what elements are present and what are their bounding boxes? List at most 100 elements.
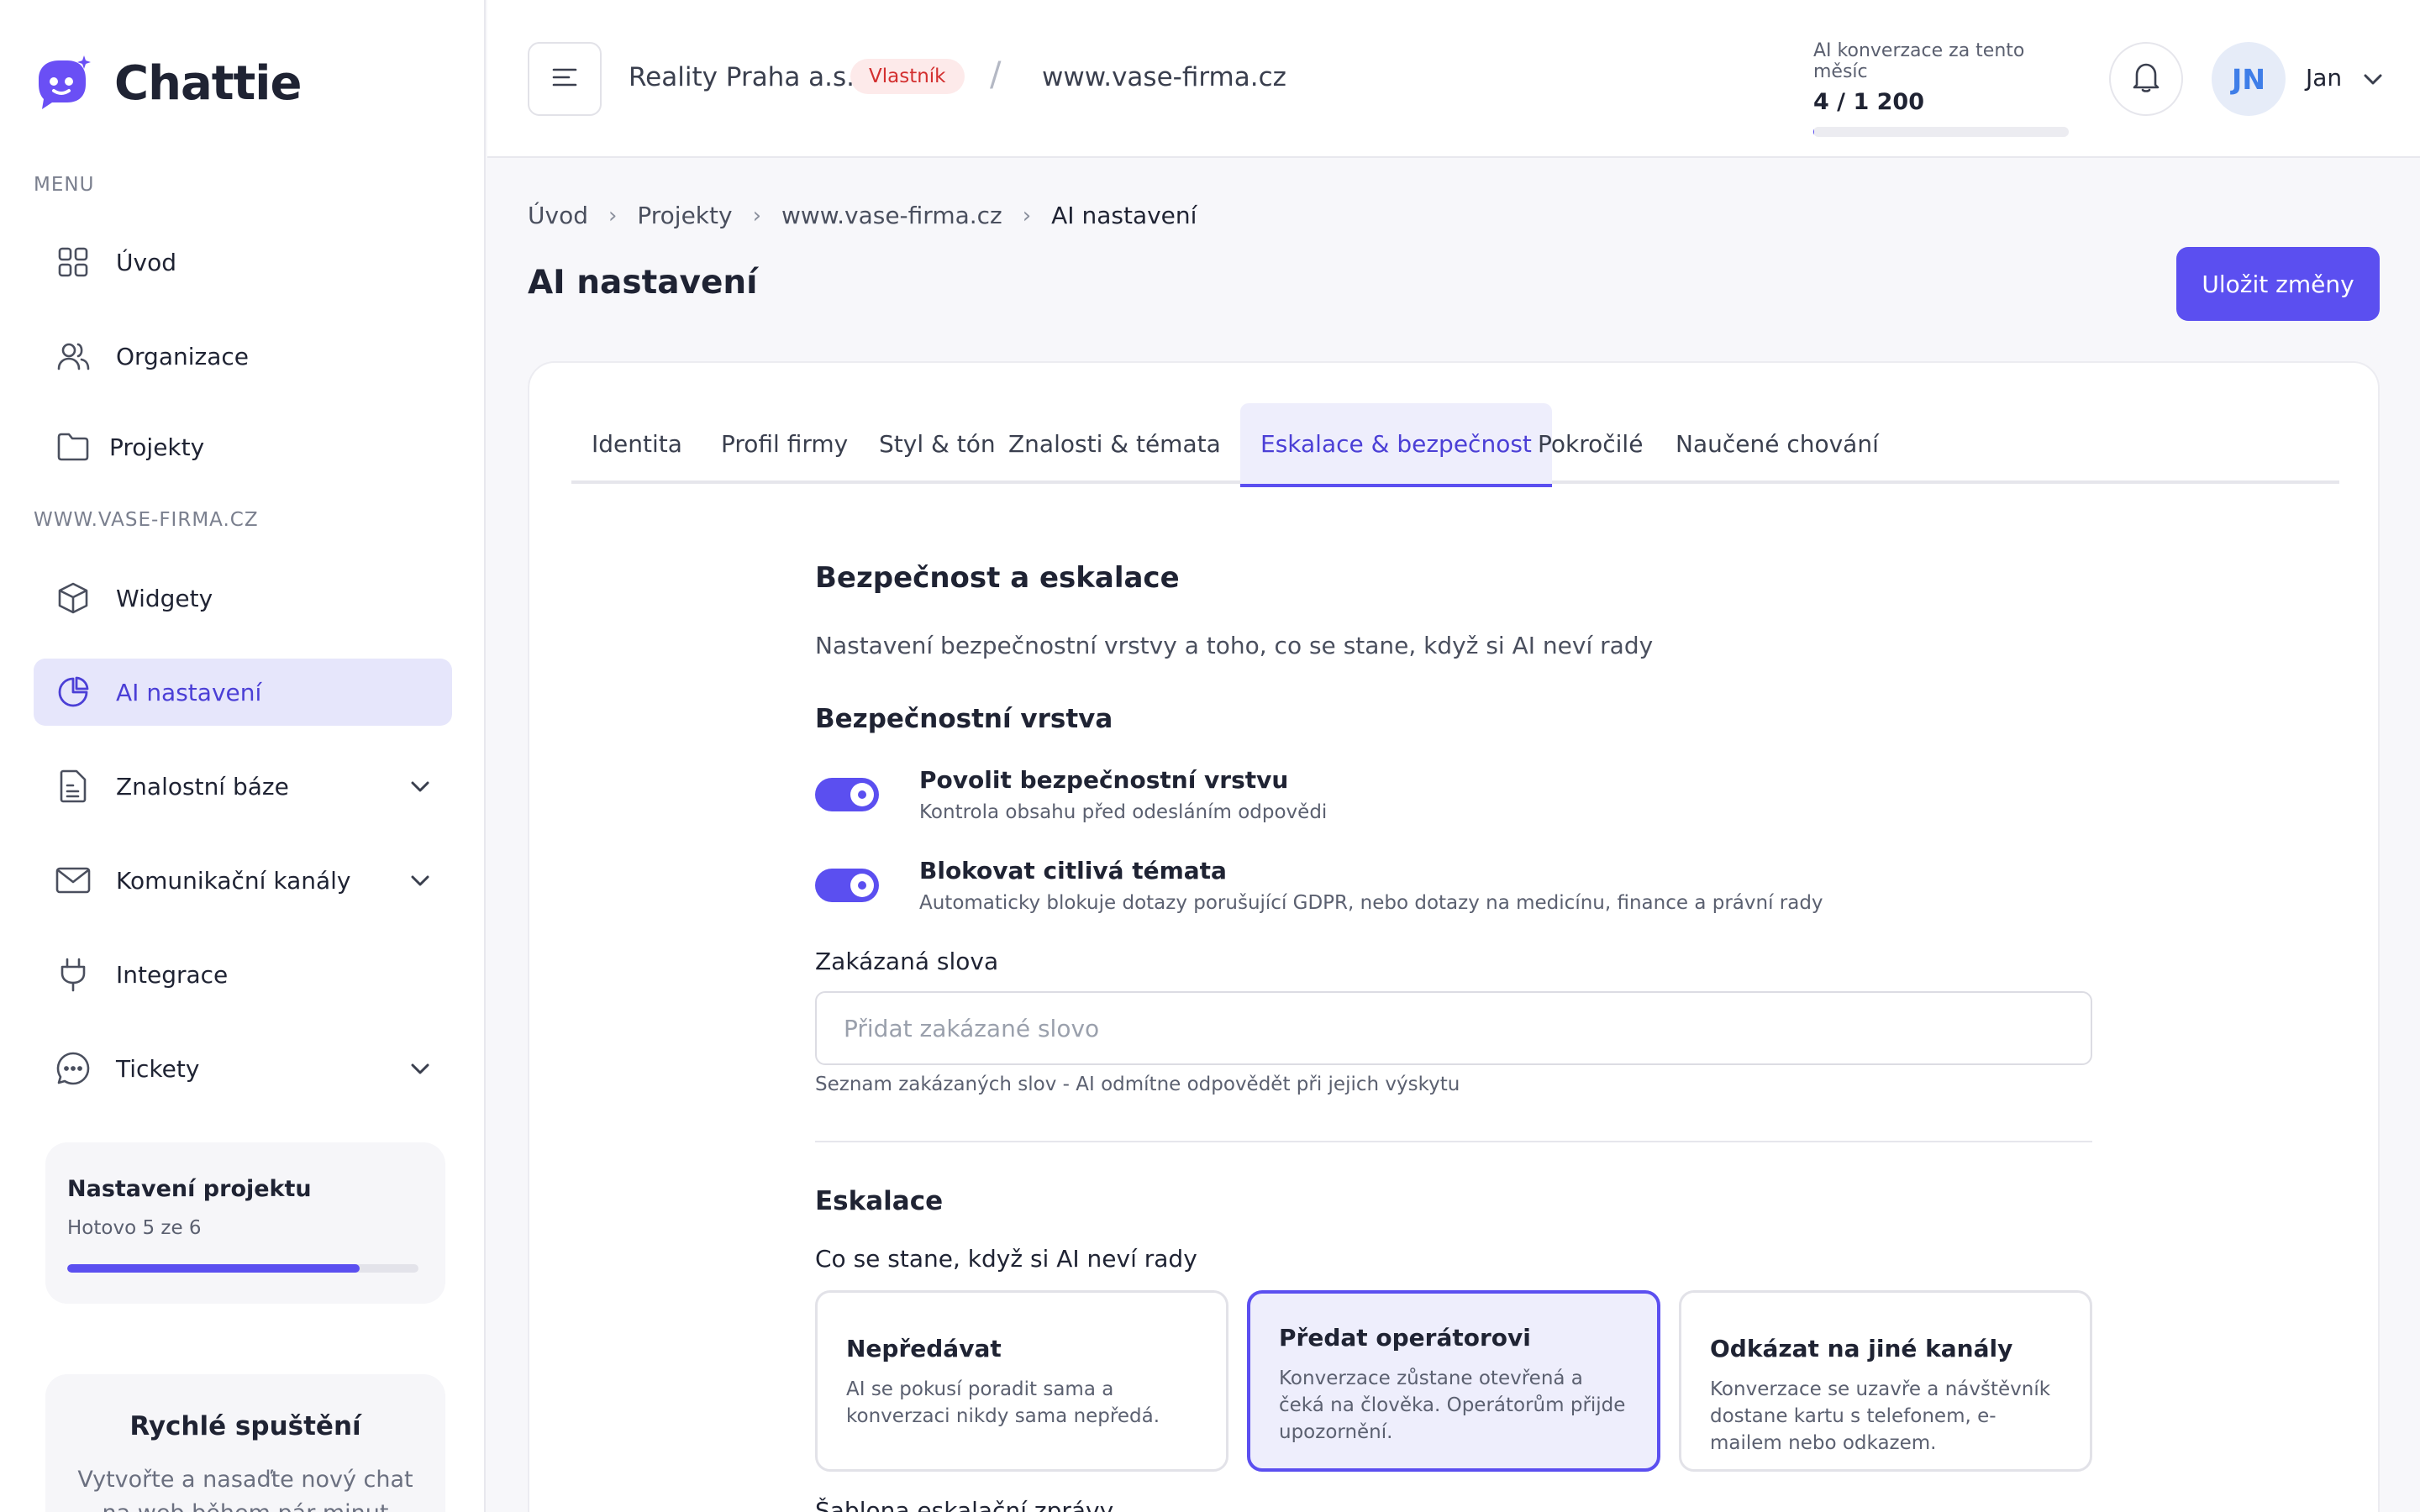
- sidebar-item-label: Znalostní báze: [116, 772, 289, 801]
- option-title: Nepředávat: [846, 1335, 1002, 1362]
- sidebar-item-label: Tickety: [116, 1054, 200, 1083]
- toggle-title: Blokovat citlivá témata: [919, 857, 1227, 885]
- sidebar: Chattie MENU Úvod Organizace Projekty WW…: [0, 0, 486, 1512]
- toggle-block-sensitive-topics[interactable]: [815, 869, 879, 902]
- organization-name[interactable]: Reality Praha a.s.: [629, 62, 855, 92]
- chevron-down-icon[interactable]: [408, 774, 432, 798]
- users-icon: [55, 339, 91, 374]
- tab-naucene-chovani[interactable]: Naučené chování: [1655, 403, 1899, 484]
- menu-toggle-button[interactable]: [528, 42, 602, 116]
- toggle-subtitle: Kontrola obsahu před odesláním odpovědi: [919, 801, 1328, 823]
- option-title: Odkázat na jiné kanály: [1710, 1335, 2013, 1362]
- notifications-button[interactable]: [2109, 42, 2183, 116]
- quick-start-subtitle: Vytvořte a nasaďte nový chat na web běhe…: [77, 1467, 413, 1512]
- tab-pokrocile[interactable]: Pokročilé: [1518, 403, 1663, 484]
- project-setup-card[interactable]: Nastavení projektu Hotovo 5 ze 6: [45, 1142, 445, 1304]
- escalation-question: Co se stane, když si AI neví rady: [815, 1245, 1197, 1273]
- topbar-separator: /: [990, 55, 1002, 94]
- sidebar-item-label: Integrace: [116, 960, 229, 989]
- chevron-right-icon: ›: [1022, 202, 1032, 228]
- banned-words-label: Zakázaná slova: [815, 948, 999, 975]
- sidebar-item-tickety[interactable]: Tickety: [34, 1035, 452, 1102]
- quick-start-title: Rychlé spuštění: [129, 1411, 361, 1441]
- setup-progress-fill: [67, 1264, 360, 1273]
- sidebar-item-uvod[interactable]: Úvod: [34, 228, 452, 296]
- breadcrumb-item[interactable]: www.vase-firma.cz: [781, 202, 1002, 229]
- brand-name: Chattie: [114, 55, 302, 111]
- chevron-right-icon: ›: [608, 202, 618, 228]
- brand[interactable]: Chattie: [34, 54, 302, 113]
- sidebar-item-projekty[interactable]: Projekty: [34, 413, 452, 480]
- banned-words-hint: Seznam zakázaných slov - AI odmítne odpo…: [815, 1074, 1460, 1095]
- usage-label: AI konverzace za tento měsíc: [1813, 40, 2025, 82]
- option-title: Předat operátorovi: [1279, 1324, 1531, 1352]
- page-title: AI nastavení: [528, 264, 758, 302]
- sidebar-item-label: Widgety: [116, 584, 213, 612]
- save-button[interactable]: Uložit změny: [2176, 247, 2380, 321]
- tab-znalosti-temata[interactable]: Znalosti & témata: [988, 403, 1241, 484]
- sidebar-item-integrace[interactable]: Integrace: [34, 941, 452, 1008]
- mail-icon: [55, 863, 91, 898]
- chattie-logo-icon: [34, 54, 92, 113]
- escalation-title: Eskalace: [815, 1186, 944, 1216]
- setup-progress-bar: [67, 1264, 418, 1273]
- pie-chart-icon: [55, 675, 91, 710]
- chevron-down-icon[interactable]: [408, 1057, 432, 1080]
- section-description: Nastavení bezpečnostní vrstvy a toho, co…: [815, 632, 1654, 659]
- escalation-option-odkazat-na-jine-kanaly[interactable]: Odkázat na jiné kanály Konverzace se uza…: [1679, 1290, 2092, 1472]
- chat-bubble-icon: [55, 1051, 91, 1086]
- escalation-option-nepredavat[interactable]: Nepředávat AI se pokusí poradit sama a k…: [815, 1290, 1228, 1472]
- bell-icon: [2132, 61, 2160, 97]
- settings-tabs: Identita Profil firmy Styl & tón Znalost…: [571, 403, 2339, 487]
- escalation-template-label: Šablona eskalační zprávy: [815, 1497, 1114, 1512]
- chevron-right-icon: ›: [752, 202, 761, 228]
- project-site-name[interactable]: www.vase-firma.cz: [1042, 62, 1286, 92]
- breadcrumb-current: AI nastavení: [1051, 202, 1197, 229]
- sidebar-item-label: Komunikační kanály: [116, 866, 351, 895]
- toggle-security-layer[interactable]: [815, 778, 879, 811]
- breadcrumb-item[interactable]: Úvod: [528, 202, 588, 229]
- toggle-knob: [850, 783, 874, 806]
- toggle-subtitle: Automaticky blokuje dotazy porušující GD…: [919, 892, 1823, 914]
- quick-start-card[interactable]: Rychlé spuštění Vytvořte a nasaďte nový …: [45, 1374, 445, 1512]
- escalation-option-predat-operatorovi[interactable]: Předat operátorovi Konverzace zůstane ot…: [1247, 1290, 1660, 1472]
- setup-card-subtitle: Hotovo 5 ze 6: [67, 1217, 202, 1239]
- ai-usage-meter: AI konverzace za tento měsíc 4 / 1 200: [1813, 40, 2070, 137]
- sidebar-item-widgety[interactable]: Widgety: [34, 564, 452, 632]
- cube-icon: [55, 580, 91, 616]
- breadcrumb-item[interactable]: Projekty: [637, 202, 732, 229]
- option-description: AI se pokusí poradit sama a konverzaci n…: [846, 1378, 1160, 1427]
- section-divider: [815, 1141, 2092, 1142]
- folder-icon: [55, 429, 91, 465]
- usage-progress-bar: [1813, 127, 2069, 137]
- grid-icon: [55, 244, 91, 280]
- tab-eskalace-bezpecnost[interactable]: Eskalace & bezpečnost: [1240, 403, 1552, 487]
- banned-words-input[interactable]: [815, 991, 2092, 1065]
- usage-value: 4 / 1 200: [1813, 89, 1924, 115]
- sidebar-item-ai-nastaveni[interactable]: AI nastavení: [34, 659, 452, 726]
- settings-panel: Identita Profil firmy Styl & tón Znalost…: [528, 361, 2380, 1512]
- sidebar-item-label: AI nastavení: [116, 678, 262, 706]
- avatar[interactable]: JN: [2212, 42, 2286, 116]
- user-name[interactable]: Jan: [2306, 64, 2342, 92]
- sidebar-item-label: Projekty: [109, 433, 205, 461]
- document-icon: [55, 769, 91, 804]
- usage-progress-fill: [1813, 127, 1814, 137]
- sidebar-item-label: Organizace: [116, 342, 249, 370]
- toggle-title: Povolit bezpečnostní vrstvu: [919, 766, 1289, 794]
- topbar: Reality Praha a.s. Vlastník / www.vase-f…: [487, 0, 2420, 158]
- tab-identita[interactable]: Identita: [571, 403, 702, 484]
- sidebar-item-label: Úvod: [116, 248, 176, 276]
- option-description: Konverzace se uzavře a návštěvník dostan…: [1710, 1378, 2051, 1454]
- tab-profil-firmy[interactable]: Profil firmy: [701, 403, 868, 484]
- chevron-down-icon[interactable]: [408, 869, 432, 892]
- sidebar-item-organizace[interactable]: Organizace: [34, 323, 452, 390]
- sidebar-item-komunikacni-kanaly[interactable]: Komunikační kanály: [34, 847, 452, 914]
- sidebar-item-znalostni-baze[interactable]: Znalostní báze: [34, 753, 452, 820]
- menu-section-label: MENU: [34, 174, 95, 196]
- plug-icon: [55, 957, 91, 992]
- setup-card-title: Nastavení projektu: [67, 1176, 312, 1202]
- project-section-label: WWW.VASE-FIRMA.CZ: [34, 509, 259, 531]
- section-title: Bezpečnost a eskalace: [815, 561, 1180, 595]
- chevron-down-icon[interactable]: [2361, 67, 2385, 91]
